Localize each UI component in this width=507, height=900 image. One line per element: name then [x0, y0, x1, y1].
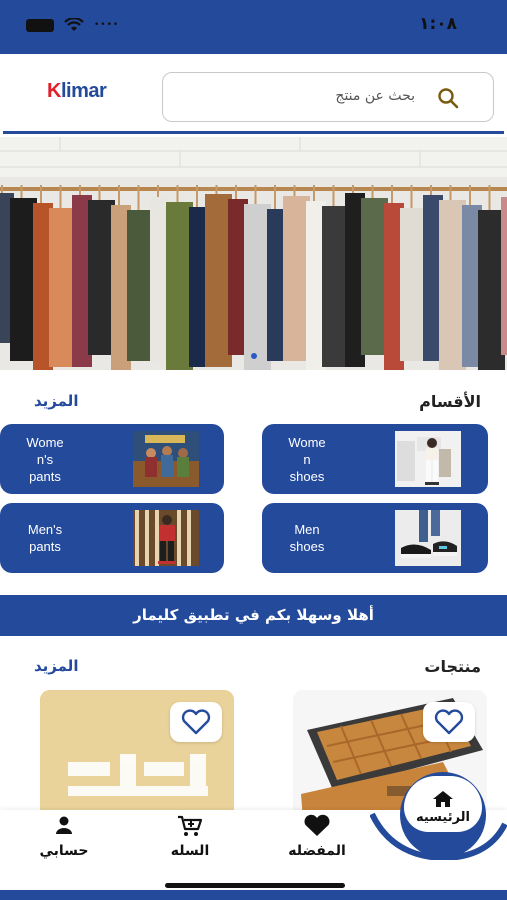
tab-label: حسابي: [39, 843, 89, 859]
category-women-pants[interactable]: Wome n's pants: [0, 424, 224, 494]
tab-label: السله: [170, 843, 210, 859]
category-men-pants[interactable]: Men's pants: [0, 503, 224, 573]
home-icon: [433, 791, 453, 807]
user-icon: [56, 816, 72, 834]
product-card[interactable]: [40, 690, 234, 820]
search-input[interactable]: بحث عن منتج: [162, 72, 494, 122]
heart-icon: [434, 709, 464, 735]
favorite-button[interactable]: [170, 702, 222, 742]
battery-icon: [26, 18, 54, 32]
welcome-banner: أهلا وسهلا بكم في تطبيق كليمار: [0, 595, 507, 636]
products-title: منتجات: [424, 657, 481, 676]
status-bar: •••• ١:٠٨: [0, 0, 507, 54]
search-placeholder: بحث عن منتج: [335, 88, 415, 104]
men-shoes-photo: [395, 510, 461, 566]
categories-title: الأقسام: [419, 392, 481, 411]
hero-banner[interactable]: [0, 137, 507, 370]
tab-home[interactable]: الرئيسيه: [404, 776, 482, 832]
carousel-dot[interactable]: [251, 353, 257, 359]
products-more-link[interactable]: المزيد: [34, 657, 78, 675]
bottom-strip: [0, 890, 507, 900]
tab-cart[interactable]: السله: [140, 810, 240, 880]
search-icon[interactable]: [437, 87, 459, 109]
status-icons: ••••: [26, 18, 119, 32]
tab-label: الرئيسيه: [415, 810, 471, 825]
category-men-shoes[interactable]: Men shoes: [262, 503, 488, 573]
app-header: Klimar بحث عن منتج: [3, 54, 504, 134]
category-label: Wome n's pants: [26, 434, 64, 484]
tab-favorites[interactable]: المفضله: [267, 810, 367, 880]
klimar-logo[interactable]: Klimar: [47, 80, 119, 106]
men-pants-photo: [133, 510, 199, 566]
category-label: Men's pants: [27, 522, 63, 554]
category-women-shoes[interactable]: Wome n shoes: [262, 424, 488, 494]
women-pants-photo: [133, 431, 199, 487]
categories-more-link[interactable]: المزيد: [34, 392, 78, 410]
clothes-rack-image: [0, 137, 507, 370]
heart-icon: [181, 709, 211, 735]
heart-filled-icon: [304, 814, 330, 836]
favorite-button[interactable]: [423, 702, 475, 742]
home-indicator: [165, 883, 345, 888]
tab-account[interactable]: حسابي: [14, 810, 114, 880]
tab-label: المفضله: [288, 843, 346, 859]
women-shoes-photo: [395, 431, 461, 487]
cart-icon: [178, 815, 203, 836]
status-time: ١:٠٨: [419, 14, 457, 34]
signal-icon: ••••: [94, 20, 120, 30]
wifi-icon: [64, 18, 84, 31]
category-label: Men shoes: [289, 522, 325, 554]
category-label: Wome n shoes: [288, 434, 326, 484]
